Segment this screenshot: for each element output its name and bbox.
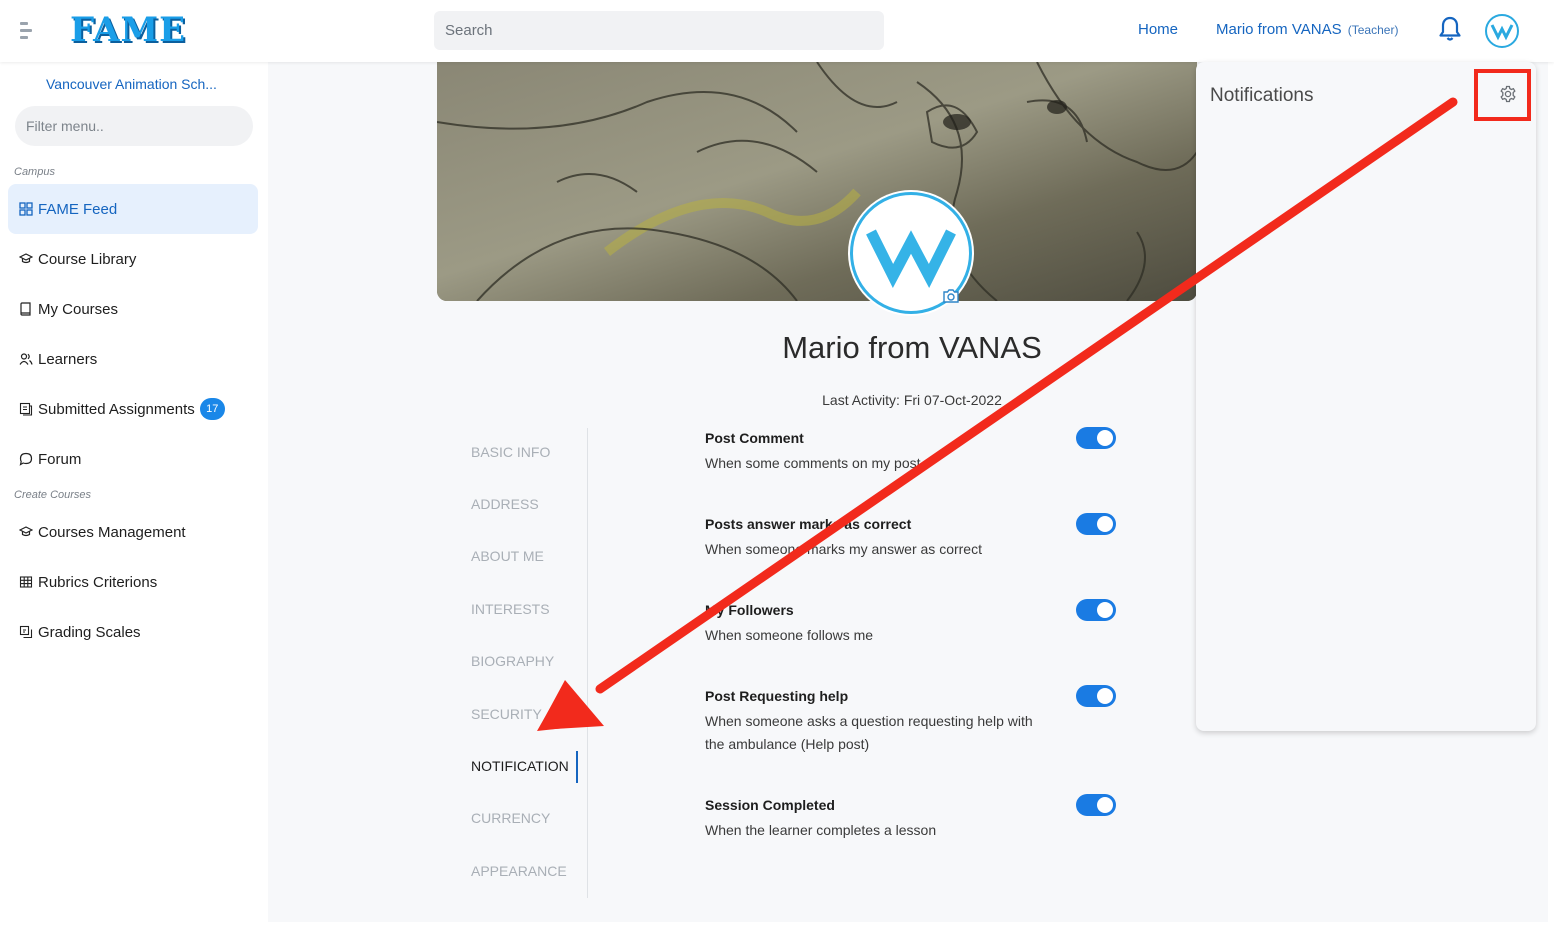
nav-home-link[interactable]: Home	[1138, 21, 1178, 38]
annotation-highlight-box	[1474, 69, 1531, 121]
user-name: Mario from VANAS	[1216, 21, 1342, 38]
scale-icon	[19, 625, 33, 639]
tab-biography[interactable]: BIOGRAPHY	[471, 653, 554, 669]
grid-icon	[19, 202, 33, 216]
sidebar-item-submitted-assignments[interactable]: Submitted Assignments 17	[8, 384, 258, 434]
sidebar-item-label: Rubrics Criterions	[38, 573, 158, 591]
sketch-artwork	[437, 62, 1197, 301]
sidebar-item-courses-management[interactable]: Courses Management	[8, 507, 258, 557]
sidebar-item-label: Grading Scales	[38, 623, 141, 641]
section-label-create-courses: Create Courses	[14, 489, 92, 501]
sidebar-item-grading-scales[interactable]: Grading Scales	[8, 607, 258, 657]
tab-basic-info[interactable]: BASIC INFO	[471, 444, 550, 460]
toggle-answer-correct[interactable]	[1076, 513, 1116, 535]
assignment-icon	[19, 402, 33, 416]
sidebar-item-my-courses[interactable]: My Courses	[8, 284, 258, 334]
tab-address[interactable]: ADDRESS	[471, 496, 539, 512]
notification-setting-desc: When the learner completes a lesson	[705, 822, 937, 838]
user-role: (Teacher)	[1347, 23, 1399, 37]
notification-setting-desc: When someone marks my answer as correct	[705, 541, 982, 557]
notification-setting-answer-correct: Posts answer marks as correct When someo…	[705, 516, 1125, 561]
camera-icon[interactable]	[942, 288, 960, 304]
sidebar-item-label: Learners	[38, 350, 98, 368]
toggle-followers[interactable]	[1076, 599, 1116, 621]
va-logo-icon	[1490, 24, 1514, 41]
sidebar-item-label: Submitted Assignments	[38, 400, 195, 418]
section-label-campus: Campus	[14, 166, 55, 178]
book-icon	[20, 302, 31, 316]
app-logo[interactable]: FAME	[70, 10, 186, 50]
notification-setting-desc: When someone follows me	[705, 627, 874, 643]
notification-setting-title: Posts answer marks as correct	[705, 516, 912, 532]
notification-setting-title: Session Completed	[705, 797, 835, 813]
toggle-requesting-help[interactable]	[1076, 685, 1116, 707]
profile-tabs: BASIC INFO ADDRESS ABOUT ME INTERESTS BI…	[468, 428, 588, 898]
tab-currency[interactable]: CURRENCY	[471, 810, 550, 826]
notification-setting-desc: When some comments on my post	[705, 455, 921, 471]
menu-toggle-icon[interactable]	[20, 22, 34, 40]
tab-interests[interactable]: INTERESTS	[471, 601, 550, 617]
tab-about-me[interactable]: ABOUT ME	[471, 548, 544, 564]
notification-setting-title: My Followers	[705, 602, 794, 618]
graduation-cap-icon	[19, 526, 33, 537]
notifications-panel-title: Notifications	[1210, 85, 1314, 106]
sidebar-item-label: Course Library	[38, 250, 137, 268]
cover-image[interactable]	[437, 62, 1197, 301]
notifications-panel: Notifications	[1196, 62, 1536, 731]
users-icon	[19, 353, 33, 365]
notification-setting-title: Post Requesting help	[705, 688, 849, 704]
tab-appearance[interactable]: APPEARANCE	[471, 863, 567, 879]
sidebar-item-course-library[interactable]: Course Library	[8, 234, 258, 284]
notification-setting-session-completed: Session Completed When the learner compl…	[705, 797, 1125, 842]
sidebar-item-rubrics-criterions[interactable]: Rubrics Criterions	[8, 557, 258, 607]
table-icon	[19, 576, 33, 588]
assignments-count-badge: 17	[199, 398, 225, 420]
graduation-cap-icon	[19, 253, 33, 264]
filter-menu-input[interactable]	[15, 106, 253, 146]
sidebar: Vancouver Animation Sch... Campus FAME F…	[0, 62, 268, 943]
notification-setting-requesting-help: Post Requesting help When someone asks a…	[705, 688, 1035, 756]
nav-user-link[interactable]: Mario from VANAS (Teacher)	[1216, 21, 1398, 38]
top-bar: FAME Home Mario from VANAS (Teacher)	[0, 0, 1554, 62]
chat-icon	[19, 452, 33, 466]
active-tab-indicator	[576, 751, 578, 783]
sidebar-item-label: Forum	[38, 450, 82, 468]
window-edge	[1548, 0, 1554, 943]
notification-setting-followers: My Followers When someone follows me	[705, 602, 1125, 647]
app: FAME Home Mario from VANAS (Teacher) Van…	[0, 0, 1554, 943]
tab-security[interactable]: SECURITY	[471, 706, 542, 722]
notification-setting-post-comment: Post Comment When some comments on my po…	[705, 430, 1125, 475]
sidebar-item-label: FAME Feed	[38, 200, 118, 218]
search-input[interactable]	[434, 11, 884, 50]
sidebar-item-label: My Courses	[38, 300, 119, 318]
sidebar-item-label: Courses Management	[38, 523, 186, 541]
sidebar-item-forum[interactable]: Forum	[8, 434, 258, 484]
bell-icon[interactable]	[1438, 16, 1462, 42]
va-logo-icon	[866, 229, 956, 288]
sidebar-item-fame-feed[interactable]: FAME Feed	[8, 184, 258, 234]
tab-notification[interactable]: NOTIFICATION	[471, 758, 569, 774]
toggle-session-completed[interactable]	[1076, 794, 1116, 816]
school-name[interactable]: Vancouver Animation Sch...	[46, 76, 217, 92]
toggle-post-comment[interactable]	[1076, 427, 1116, 449]
sidebar-item-learners[interactable]: Learners	[8, 334, 258, 384]
user-avatar[interactable]	[1485, 14, 1519, 48]
notification-setting-title: Post Comment	[705, 430, 804, 446]
notification-setting-desc: When someone asks a question requesting …	[705, 713, 1033, 752]
